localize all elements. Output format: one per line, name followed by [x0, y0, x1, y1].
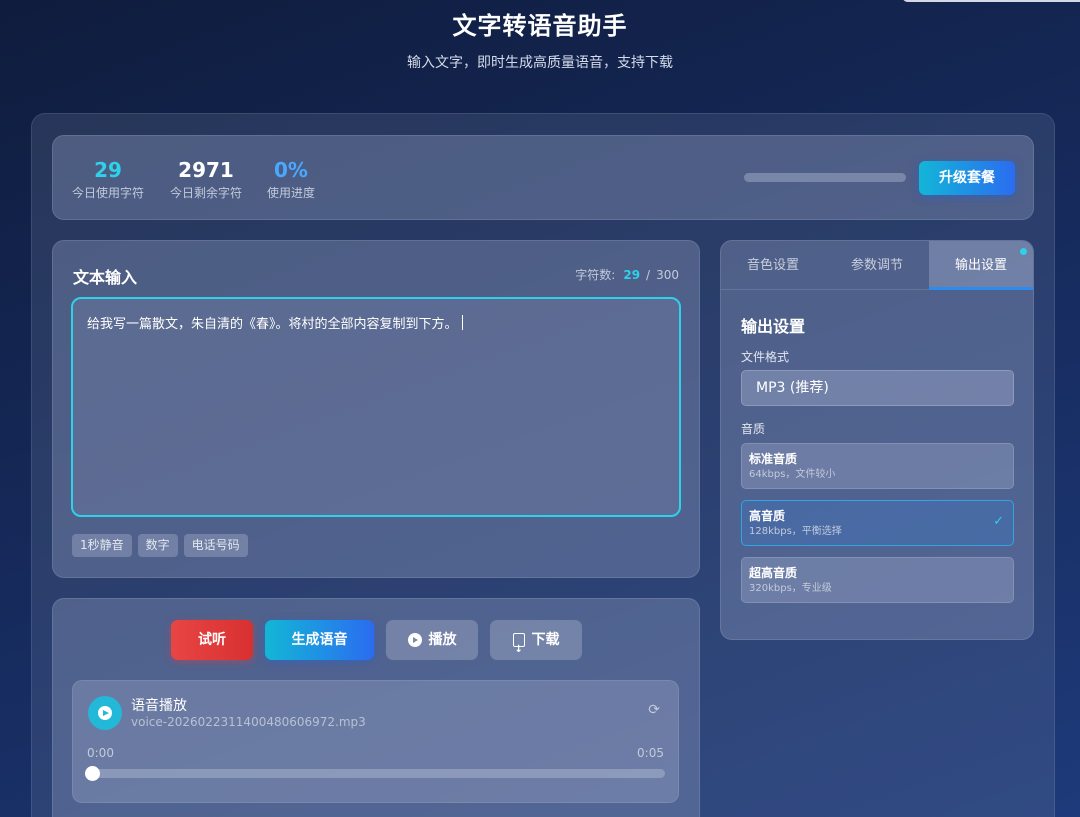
- try-listen-label: 试听: [198, 632, 226, 648]
- player-time-total: 0:05: [637, 746, 664, 760]
- tag-number[interactable]: 数字: [137, 534, 178, 557]
- tab-voice-settings[interactable]: 音色设置: [721, 241, 825, 289]
- player-title: 语音播放: [131, 698, 187, 714]
- char-count-max: 300: [656, 268, 679, 282]
- page-subtitle: 输入文字，即时生成高质量语音，支持下载: [407, 55, 673, 71]
- quality-option-name: 高音质: [749, 509, 786, 523]
- quality-option-desc: 64kbps，文件较小: [749, 469, 836, 480]
- upgrade-plan-button[interactable]: 升级套餐: [919, 161, 1015, 195]
- char-count-current: 29: [623, 268, 641, 282]
- tag-silence[interactable]: 1秒静音: [72, 534, 132, 557]
- refresh-icon[interactable]: ⟳: [648, 702, 660, 718]
- usage-progress-bar: [744, 173, 906, 182]
- play-circle-icon: [407, 633, 422, 647]
- generate-speech-button[interactable]: 生成语音: [265, 620, 374, 660]
- settings-tabs: 音色设置 参数调节 输出设置: [721, 241, 1033, 290]
- quality-option-name: 标准音质: [749, 452, 798, 466]
- settings-panel: 音色设置 参数调节 输出设置 输出设置 文件格式 MP3 (推荐) 音质 标准音…: [720, 240, 1034, 640]
- player-progress-thumb[interactable]: [85, 766, 100, 781]
- text-input-panel: 文本输入 字符数: 29 / 300 给我写一篇散文，朱自清的《春》。将村的全部内容复…: [52, 240, 700, 578]
- download-label: 下载: [531, 632, 560, 648]
- stat-remaining-label: 今日剩余字符: [170, 186, 243, 200]
- page-title: 文字转语音助手: [452, 12, 628, 40]
- quality-label: 音质: [741, 422, 766, 436]
- char-count-separator: /: [646, 268, 651, 282]
- tab-output-settings-label: 输出设置: [954, 258, 1007, 273]
- player-filename: voice-2026022311400480606972.mp3: [131, 715, 366, 729]
- stat-used-today: 29 今日使用字符: [72, 158, 144, 201]
- quality-option-desc: 320kbps，专业级: [749, 583, 832, 594]
- player-play-icon[interactable]: [88, 696, 122, 730]
- quality-option-name: 超高音质: [749, 566, 798, 580]
- audio-player: 语音播放 voice-2026022311400480606972.mp3 ⟳ …: [72, 680, 679, 803]
- play-button[interactable]: 播放: [386, 620, 478, 660]
- play-label: 播放: [428, 632, 457, 648]
- file-format-label: 文件格式: [741, 350, 790, 364]
- stat-remaining-value: 2971: [178, 158, 234, 182]
- stat-used-label: 今日使用字符: [72, 186, 145, 200]
- try-listen-button[interactable]: 试听: [171, 620, 253, 660]
- check-icon: ✓: [993, 514, 1004, 529]
- player-progress-track[interactable]: [85, 766, 665, 781]
- download-file-icon: [512, 630, 525, 670]
- tab-output-settings[interactable]: 输出设置: [929, 241, 1033, 290]
- text-input-title: 文本输入: [73, 268, 138, 287]
- text-caret: [461, 315, 463, 330]
- output-settings-title: 输出设置: [741, 317, 806, 336]
- insert-tags: 1秒静音 数字 电话号码: [72, 534, 248, 557]
- action-panel: 试听 生成语音 播放 下载 语音播放 voice-202602231140048…: [52, 598, 700, 817]
- quality-option-ultra[interactable]: 超高音质 320kbps，专业级: [741, 557, 1014, 603]
- stat-progress-value: 0%: [274, 158, 308, 182]
- tab-indicator-dot: [1020, 248, 1027, 255]
- download-button[interactable]: 下载: [490, 620, 582, 670]
- player-time-current: 0:00: [87, 746, 114, 760]
- usage-stats-bar: 29 今日使用字符 2971 今日剩余字符 0% 使用进度 升级套餐: [52, 135, 1034, 220]
- quality-option-desc: 128kbps，平衡选择: [749, 526, 842, 537]
- char-counter: 字符数: 29 / 300: [575, 266, 679, 283]
- file-format-select[interactable]: MP3 (推荐): [741, 370, 1014, 406]
- stat-progress: 0% 使用进度: [267, 158, 315, 201]
- stat-remaining-today: 2971 今日剩余字符: [170, 158, 242, 201]
- tab-parameter-tuning[interactable]: 参数调节: [825, 241, 929, 289]
- top-right-chip: [902, 0, 1080, 2]
- quality-option-high[interactable]: 高音质 128kbps，平衡选择 ✓: [741, 500, 1014, 546]
- generate-speech-label: 生成语音: [291, 632, 348, 648]
- stat-used-value: 29: [94, 158, 122, 182]
- char-count-label: 字符数:: [575, 268, 616, 282]
- quality-option-standard[interactable]: 标准音质 64kbps，文件较小: [741, 443, 1014, 489]
- text-input-area[interactable]: 给我写一篇散文，朱自清的《春》。将村的全部内容复制到下方。: [71, 297, 681, 517]
- tag-phone[interactable]: 电话号码: [183, 534, 248, 557]
- text-input-content: 给我写一篇散文，朱自清的《春》。将村的全部内容复制到下方。: [87, 317, 458, 332]
- stat-progress-label: 使用进度: [267, 186, 316, 200]
